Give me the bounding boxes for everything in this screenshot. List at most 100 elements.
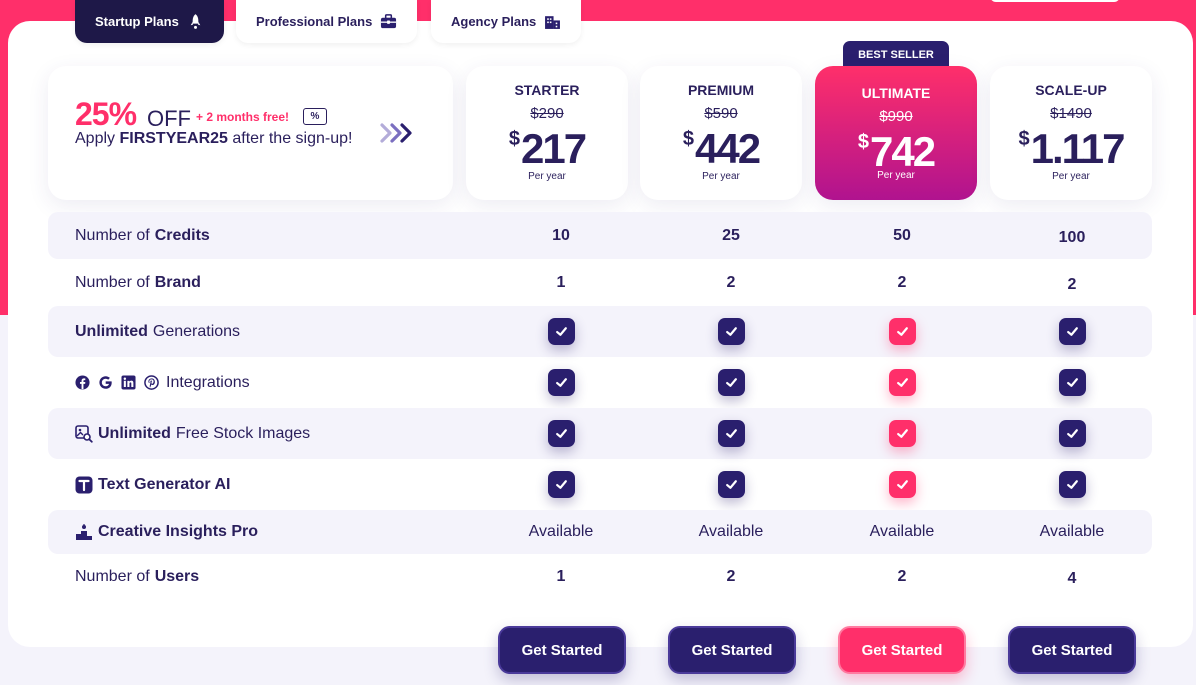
plan-price: 1.117 — [1030, 125, 1126, 172]
check-icon — [718, 369, 745, 396]
check-icon — [718, 471, 745, 498]
plan-name: SCALE-UP — [1035, 82, 1107, 98]
plan-card-scale-up: SCALE-UP $1490 $1.117 Per year — [990, 66, 1152, 200]
building-icon — [544, 13, 561, 30]
tab-agency-plans[interactable]: Agency Plans — [431, 0, 582, 43]
plan-old-price: $1490 — [1050, 105, 1092, 122]
linkedin-icon — [121, 375, 136, 390]
integrations-text: Integrations — [166, 373, 250, 391]
feature-row-users: Number of Users 1 2 2 4 — [48, 554, 1152, 600]
plan-period: Per year — [877, 170, 915, 181]
plan-currency: $ — [508, 128, 521, 150]
feature-row-integrations: Integrations — [48, 357, 1152, 408]
tab-label: Agency Plans — [451, 14, 537, 29]
credits-premium: 25 — [722, 227, 740, 244]
plan-card-starter: STARTER $290 $217 Per year — [466, 66, 628, 200]
insights-scale-up: Available — [1039, 523, 1105, 540]
plan-period: Per year — [528, 171, 566, 182]
plan-card-ultimate: ULTIMATE $990 $742 Per year — [815, 66, 977, 200]
users-premium: 2 — [726, 568, 736, 585]
insights-starter: Available — [528, 523, 594, 540]
feature-row-generations: Unlimited Generations — [48, 306, 1152, 357]
users-scale-up: 4 — [1067, 570, 1077, 587]
feature-label: Unlimited Free Stock Images — [75, 408, 310, 459]
plan-price: 217 — [521, 125, 587, 172]
feature-row-text-generator: Text Generator AI — [48, 459, 1152, 510]
google-icon — [98, 375, 113, 390]
credits-ultimate: 50 — [893, 227, 911, 244]
chevrons-right-icon — [380, 123, 412, 143]
check-icon — [548, 420, 575, 447]
tab-label: Startup Plans — [95, 14, 179, 29]
brand-premium: 2 — [726, 274, 736, 291]
text-generator-icon — [75, 476, 93, 494]
image-search-icon — [75, 424, 93, 443]
credits-starter: 10 — [552, 227, 570, 244]
plan-period: Per year — [1052, 171, 1090, 182]
promo-discount: 25% — [75, 96, 137, 132]
feature-row-credits: Number of Credits 10 25 50 100 — [48, 212, 1152, 259]
check-icon — [548, 369, 575, 396]
plan-old-price: $590 — [704, 105, 738, 122]
plan-old-price: $290 — [530, 105, 564, 122]
coupon-icon: % — [303, 108, 327, 125]
brand-ultimate: 2 — [897, 274, 907, 291]
get-started-button-premium[interactable]: Get Started — [668, 626, 796, 674]
plan-currency: $ — [857, 131, 870, 153]
check-icon — [548, 318, 575, 345]
briefcase-icon — [380, 13, 397, 30]
feature-label: Text Generator AI — [75, 459, 230, 510]
feature-row-creative-insights: Creative Insights Pro Available Availabl… — [48, 510, 1152, 554]
plan-price: 442 — [695, 125, 761, 172]
feature-row-stock-images: Unlimited Free Stock Images — [48, 408, 1152, 459]
tab-label: Professional Plans — [256, 14, 373, 29]
users-ultimate: 2 — [897, 568, 907, 585]
plan-name: STARTER — [514, 82, 580, 98]
podium-icon — [75, 523, 93, 541]
top-right-pill — [990, 0, 1120, 2]
check-icon — [718, 420, 745, 447]
plan-currency: $ — [1018, 128, 1030, 150]
best-seller-badge: BEST SELLER — [843, 41, 949, 68]
get-started-button-ultimate[interactable]: Get Started — [838, 626, 966, 674]
promo-box: 25% OFF + 2 months free! % Apply FIRSTYE… — [48, 66, 453, 200]
get-started-button-starter[interactable]: Get Started — [498, 626, 626, 674]
insights-premium: Available — [698, 523, 764, 540]
check-icon — [1059, 369, 1086, 396]
feature-label: Number of Users — [75, 568, 200, 585]
plan-name: ULTIMATE — [861, 85, 931, 101]
brand-scale-up: 2 — [1067, 276, 1077, 293]
feature-label: Creative Insights Pro — [75, 510, 258, 554]
tab-professional-plans[interactable]: Professional Plans — [236, 0, 418, 43]
feature-row-brand: Number of Brand 1 2 2 2 — [48, 259, 1152, 306]
plan-name: PREMIUM — [687, 82, 755, 98]
plan-period: Per year — [702, 171, 740, 182]
rocket-icon — [187, 13, 204, 30]
feature-label: Number of Credits — [75, 226, 210, 244]
insights-ultimate: Available — [869, 523, 935, 540]
users-starter: 1 — [556, 568, 566, 585]
pinterest-icon — [144, 375, 159, 390]
check-icon — [548, 471, 575, 498]
plan-card-premium: PREMIUM $590 $442 Per year — [640, 66, 802, 200]
brand-starter: 1 — [556, 274, 566, 291]
promo-code: FIRSTYEAR25 — [119, 130, 228, 147]
credits-scale-up: 100 — [1058, 229, 1086, 246]
tab-startup-plans[interactable]: Startup Plans — [75, 0, 224, 43]
promo-apply-text: Apply FIRSTYEAR25 after the sign-up! — [75, 130, 353, 147]
feature-label: Integrations — [75, 357, 250, 408]
plan-old-price: $990 — [879, 108, 913, 125]
plan-currency: $ — [682, 128, 695, 150]
facebook-icon — [75, 375, 90, 390]
check-icon — [889, 369, 916, 396]
check-icon — [889, 318, 916, 345]
get-started-button-scale-up[interactable]: Get Started — [1008, 626, 1136, 674]
feature-label: Unlimited Generations — [75, 322, 241, 340]
promo-bonus: + 2 months free! — [196, 110, 290, 124]
check-icon — [1059, 471, 1086, 498]
check-icon — [1059, 420, 1086, 447]
check-icon — [1059, 318, 1086, 345]
promo-off: OFF — [147, 106, 191, 131]
check-icon — [889, 471, 916, 498]
feature-label: Number of Brand — [75, 273, 201, 291]
